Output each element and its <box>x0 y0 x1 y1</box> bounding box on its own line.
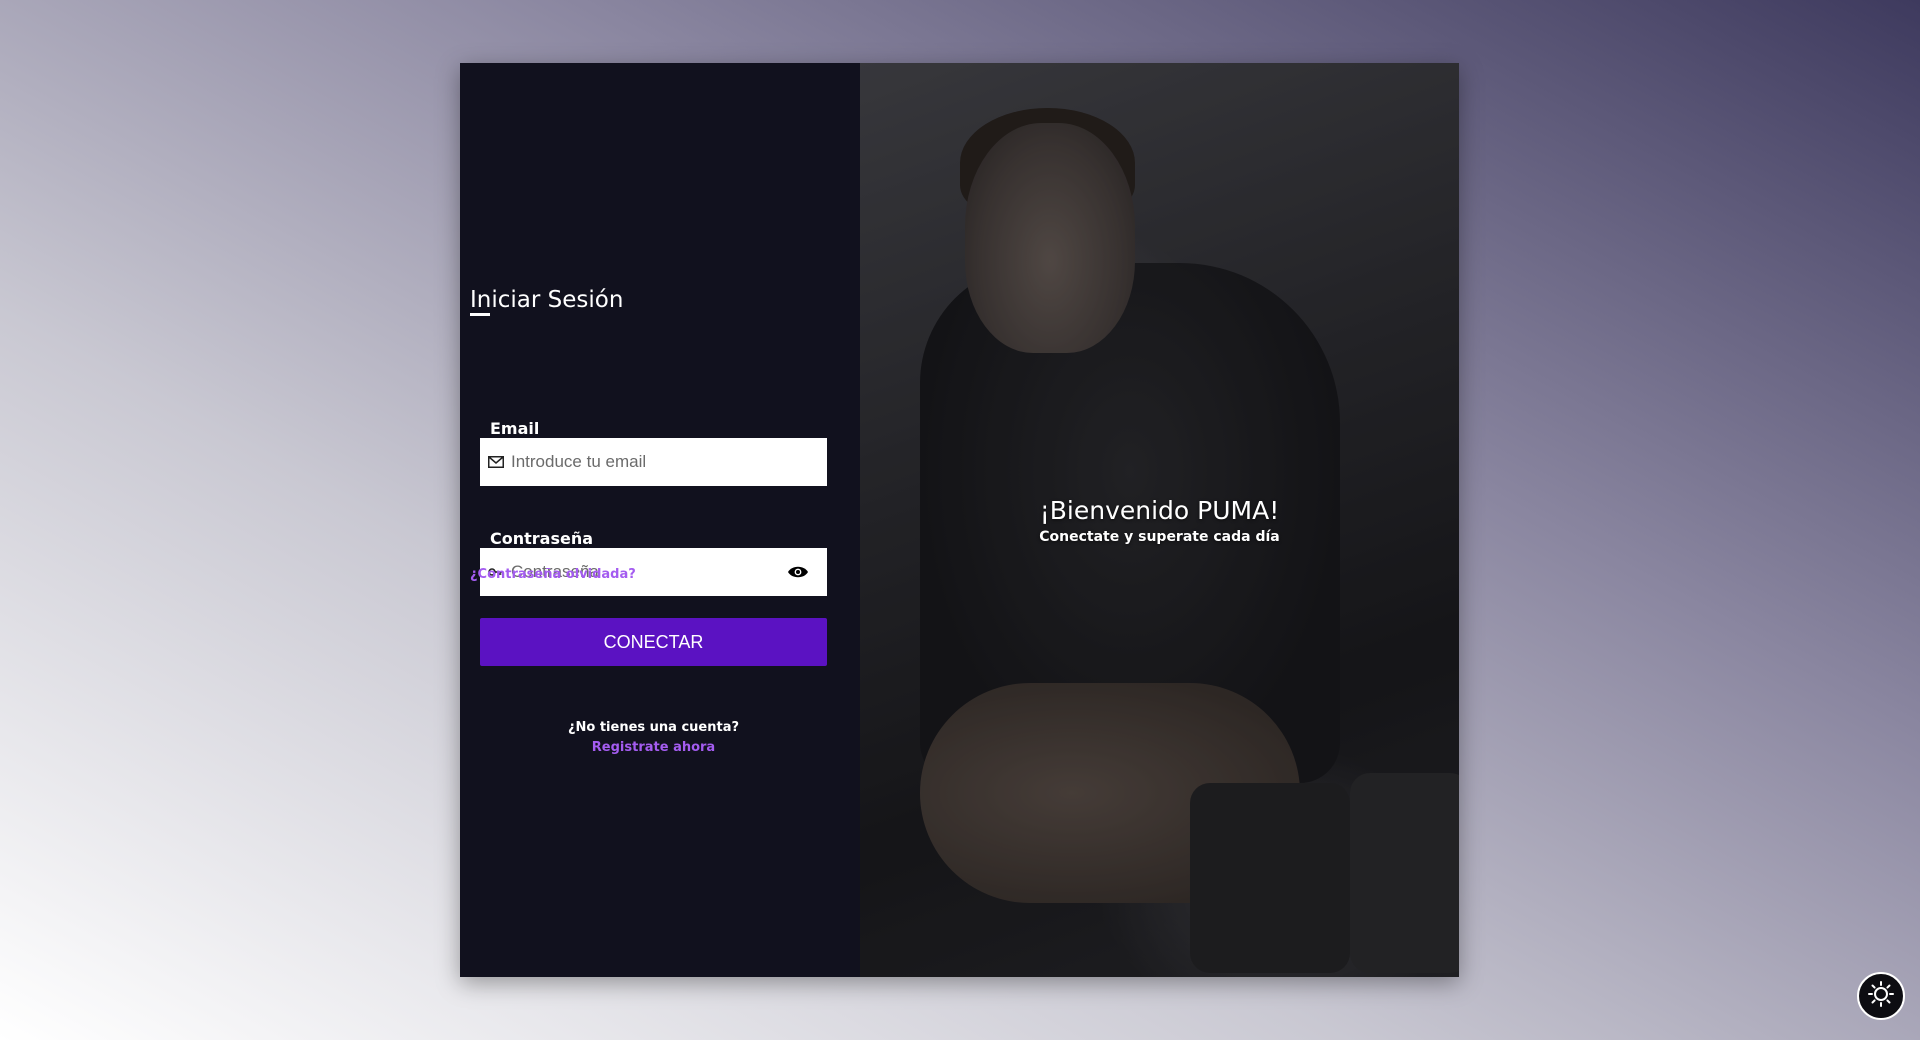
welcome-heading: ¡Bienvenido PUMA! <box>1039 496 1280 525</box>
hero-panel: ¡Bienvenido PUMA! Conectate y superate c… <box>860 63 1459 977</box>
email-label: Email <box>490 419 540 438</box>
sun-icon <box>1867 980 1895 1012</box>
page-title: Iniciar Sesión <box>470 287 624 313</box>
forgot-password-link[interactable]: ¿Contraseña olvidada? <box>470 567 636 582</box>
envelope-icon <box>487 453 505 471</box>
no-account-text: ¿No tienes una cuenta? <box>567 720 740 735</box>
login-card: Iniciar Sesión Email Contraseña ¿Contras… <box>460 63 1459 977</box>
register-link[interactable]: Registrate ahora <box>460 740 847 755</box>
connect-button[interactable]: CONECTAR <box>480 618 827 666</box>
theme-toggle-button[interactable] <box>1857 972 1905 1020</box>
email-field-wrapper <box>480 438 827 486</box>
title-underline <box>470 313 490 316</box>
password-label: Contraseña <box>490 529 594 548</box>
login-panel: Iniciar Sesión Email Contraseña ¿Contras… <box>460 63 860 977</box>
eye-icon[interactable] <box>787 562 809 582</box>
email-input[interactable] <box>511 438 781 486</box>
welcome-subtitle: Conectate y superate cada día <box>1039 529 1280 545</box>
